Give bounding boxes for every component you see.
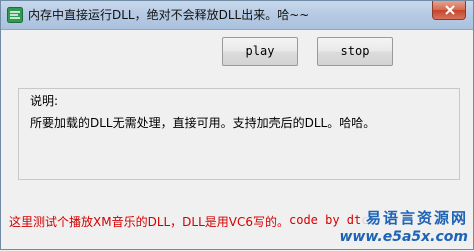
site-watermark: 易语言资源网 www.e5a5x.com xyxy=(339,207,474,251)
description-group: 说明: 所要加载的DLL无需处理，直接可用。支持加壳后的DLL。哈哈。 xyxy=(18,88,460,180)
footer-note: 这里测试个播放XM音乐的DLL，DLL是用VC6写的。 xyxy=(9,215,290,229)
watermark-site-name: 易语言资源网 xyxy=(361,207,468,228)
close-icon xyxy=(445,5,455,15)
stop-button[interactable]: stop xyxy=(317,37,393,66)
app-icon xyxy=(7,7,23,23)
play-button[interactable]: play xyxy=(222,37,298,66)
watermark-url: www.e5a5x.com xyxy=(339,229,468,245)
description-text: 所要加载的DLL无需处理，直接可用。支持加壳后的DLL。哈哈。 xyxy=(30,116,376,130)
close-button[interactable] xyxy=(432,1,466,20)
group-label: 说明: xyxy=(30,94,59,108)
window-title: 内存中直接运行DLL，绝对不会释放DLL出来。哈~~ xyxy=(28,8,310,22)
app-window: 内存中直接运行DLL，绝对不会释放DLL出来。哈~~ play stop 说明:… xyxy=(0,0,474,250)
title-bar[interactable]: 内存中直接运行DLL，绝对不会释放DLL出来。哈~~ xyxy=(1,1,473,30)
